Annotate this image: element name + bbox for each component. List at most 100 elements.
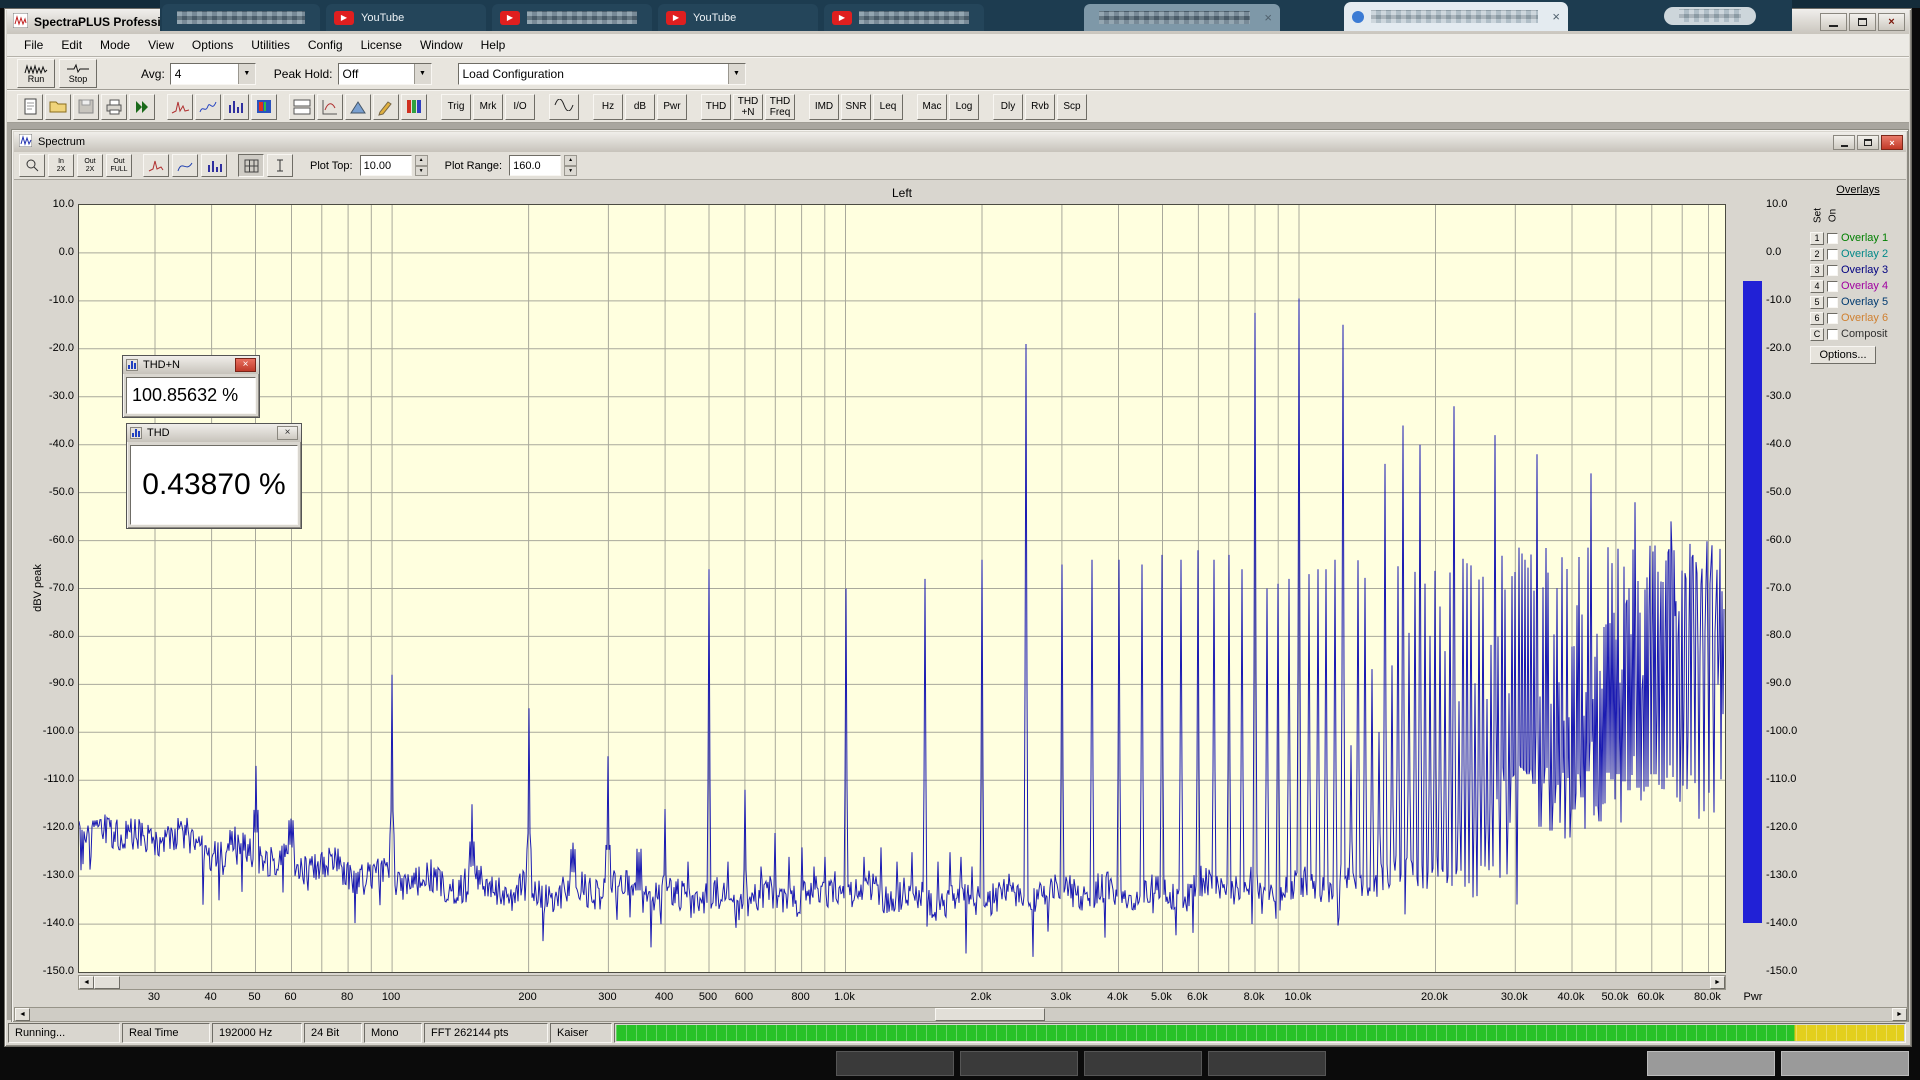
overlay-on-checkbox[interactable] [1827, 297, 1838, 308]
bar-plot-button[interactable] [201, 154, 227, 177]
plot-top-spinner[interactable]: ▲▼ [415, 155, 428, 176]
menu-mode[interactable]: Mode [91, 35, 139, 55]
thd-close-button[interactable]: × [277, 426, 298, 440]
plot-scroll-thumb[interactable] [94, 976, 120, 989]
spectrum-plot-button[interactable] [223, 94, 249, 120]
hz-button[interactable]: Hz [593, 94, 623, 120]
menu-utilities[interactable]: Utilities [242, 35, 299, 55]
browser-tab[interactable] [162, 4, 320, 31]
app-maximize-button[interactable] [1849, 13, 1876, 31]
taskbar-window-button[interactable] [836, 1051, 954, 1076]
run-button[interactable]: Run [17, 59, 55, 88]
thd-meter-window[interactable]: THD × 0.43870 % [126, 423, 302, 529]
menu-help[interactable]: Help [472, 35, 515, 55]
3d-surface-plot-button[interactable] [345, 94, 371, 120]
tab-close-icon[interactable]: × [1264, 10, 1272, 25]
thd-n-button[interactable]: THD +N [733, 94, 763, 120]
leq-button[interactable]: Leq [873, 94, 903, 120]
menu-edit[interactable]: Edit [52, 35, 91, 55]
window-horizontal-scrollbar[interactable]: ◄ ► [14, 1007, 1908, 1022]
plot-horizontal-scrollbar[interactable]: ◄ ► [78, 975, 1726, 990]
cursor-readout-button[interactable] [267, 154, 293, 177]
peak-hold-dropdown[interactable]: Off ▼ [338, 63, 432, 85]
scroll-right-icon[interactable]: ► [1710, 976, 1725, 989]
browser-tab[interactable]: × [1344, 2, 1568, 31]
plot-top-up-icon[interactable]: ▲ [415, 155, 428, 166]
overlay-set-6-button[interactable]: 6 [1810, 312, 1824, 325]
stop-button[interactable]: Stop [59, 59, 97, 88]
spectrum-plot[interactable] [78, 204, 1726, 973]
plot-range-down-icon[interactable]: ▼ [564, 166, 577, 177]
menu-config[interactable]: Config [299, 35, 352, 55]
plot-range-spinner[interactable]: ▲▼ [564, 155, 577, 176]
taskbar-window-button[interactable] [1781, 1051, 1909, 1076]
menu-options[interactable]: Options [183, 35, 242, 55]
browser-tab[interactable]: × [1084, 4, 1280, 31]
log-button[interactable]: Log [949, 94, 979, 120]
thd-button[interactable]: THD [701, 94, 731, 120]
browser-tab[interactable] [1664, 7, 1756, 25]
spectrum-close-button[interactable]: × [1881, 135, 1903, 150]
peak-hold-plot-button[interactable] [167, 94, 193, 120]
spectrum-maximize-button[interactable] [1857, 135, 1879, 150]
phase-plot-button[interactable] [317, 94, 343, 120]
overlay-on-checkbox[interactable] [1827, 281, 1838, 292]
mrk-button[interactable]: Mrk [473, 94, 503, 120]
taskbar-window-button[interactable] [960, 1051, 1078, 1076]
menu-view[interactable]: View [139, 35, 183, 55]
plot-range-input[interactable] [509, 155, 561, 176]
dual-display-button[interactable] [289, 94, 315, 120]
spectrum-minimize-button[interactable] [1833, 135, 1855, 150]
overlay-on-checkbox[interactable] [1827, 313, 1838, 324]
overlay-set-c-button[interactable]: C [1810, 328, 1824, 341]
app-close-button[interactable]: × [1878, 13, 1905, 31]
plot-top-input[interactable] [360, 155, 412, 176]
rvb-button[interactable]: Rvb [1025, 94, 1055, 120]
scroll-left-icon[interactable]: ◄ [79, 976, 94, 989]
overlay-set-3-button[interactable]: 3 [1810, 264, 1824, 277]
snr-button[interactable]: SNR [841, 94, 871, 120]
thdn-meter-window[interactable]: THD+N × 100.85632 % [122, 355, 260, 418]
peak-curve-button[interactable] [143, 154, 169, 177]
overlay-on-checkbox[interactable] [1827, 265, 1838, 276]
menu-license[interactable]: License [352, 35, 411, 55]
overlay-set-1-button[interactable]: 1 [1810, 232, 1824, 245]
taskbar[interactable] [0, 1047, 1920, 1080]
taskbar-window-button[interactable] [1084, 1051, 1202, 1076]
print-button[interactable] [101, 94, 127, 120]
spectrogram-plot-button[interactable] [251, 94, 277, 120]
scp-button[interactable]: Scp [1057, 94, 1087, 120]
app-minimize-button[interactable] [1820, 13, 1847, 31]
dly-button[interactable]: Dly [993, 94, 1023, 120]
avg-dropdown[interactable]: 4 ▼ [170, 63, 256, 85]
i-o-button[interactable]: I/O [505, 94, 535, 120]
new-file-button[interactable] [17, 94, 43, 120]
thdn-title-bar[interactable]: THD+N × [123, 356, 259, 374]
menu-file[interactable]: File [15, 35, 52, 55]
marker-pen-button[interactable] [373, 94, 399, 120]
window-scroll-left-icon[interactable]: ◄ [15, 1008, 30, 1021]
peak-hold-dropdown-arrow-icon[interactable]: ▼ [414, 64, 431, 84]
grid-toggle-button[interactable] [238, 154, 264, 177]
overlay-on-checkbox[interactable] [1827, 329, 1838, 340]
taskbar-window-button[interactable] [1647, 1051, 1775, 1076]
smooth-curve-button[interactable] [172, 154, 198, 177]
window-scroll-thumb[interactable] [935, 1008, 1045, 1021]
tab-close-icon[interactable]: × [1552, 9, 1560, 24]
plot-top-down-icon[interactable]: ▼ [415, 166, 428, 177]
menu-window[interactable]: Window [411, 35, 472, 55]
open-file-button[interactable] [45, 94, 71, 120]
thd-title-bar[interactable]: THD × [127, 424, 301, 442]
load-configuration-dropdown[interactable]: Load Configuration ▼ [458, 63, 746, 85]
zoom-out-2x-button[interactable]: Out 2X [77, 154, 103, 177]
zoom-in-2x-button[interactable]: In 2X [48, 154, 74, 177]
sine-wave-button[interactable] [549, 94, 579, 120]
plot-range-up-icon[interactable]: ▲ [564, 155, 577, 166]
browser-tab[interactable]: ▶ [492, 4, 652, 31]
window-scroll-right-icon[interactable]: ► [1892, 1008, 1907, 1021]
zoom-cursor-button[interactable] [19, 154, 45, 177]
imd-button[interactable]: IMD [809, 94, 839, 120]
overlay-set-4-button[interactable]: 4 [1810, 280, 1824, 293]
overlay-on-checkbox[interactable] [1827, 249, 1838, 260]
db-button[interactable]: dB [625, 94, 655, 120]
